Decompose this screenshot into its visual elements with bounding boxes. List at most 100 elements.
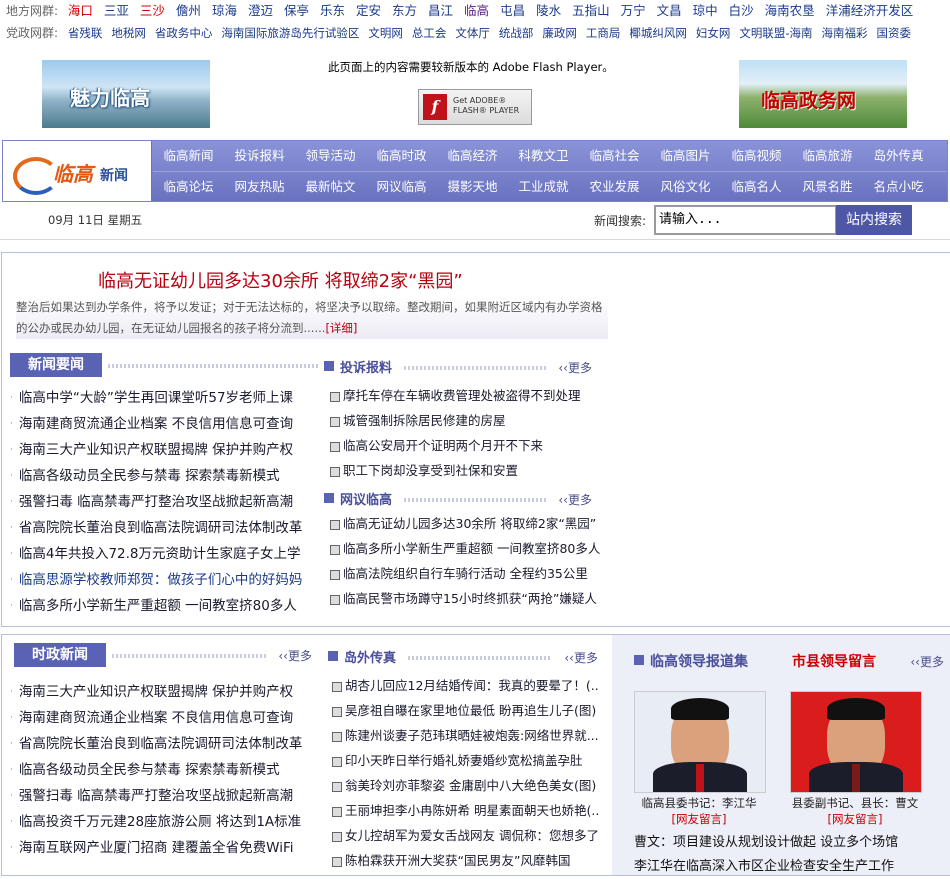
regional-link[interactable]: 屯昌 [500, 3, 525, 18]
headline-detail-link[interactable]: [详细] [325, 321, 357, 335]
charm-lingao-banner[interactable]: 魅力临高 [42, 60, 210, 128]
nav-item[interactable]: 最新帖文 [295, 172, 366, 202]
complaints-list-item[interactable]: 临高公安局开个证明两个月开不下来 [330, 433, 600, 458]
complaints-list-item[interactable]: 城管强制拆除居民修建的房屋 [330, 408, 600, 433]
regional-link[interactable]: 昌江 [428, 3, 453, 18]
nav-item[interactable]: 摄影天地 [437, 172, 508, 202]
regional-link[interactable]: 陵水 [536, 3, 561, 18]
outside-list-item[interactable]: 陈柏霖获开洲大奖获“国民男友”风靡韩国 [332, 848, 600, 873]
nav-item[interactable]: 风俗文化 [650, 172, 721, 202]
nav-item[interactable]: 临高经济 [437, 141, 508, 171]
regional-link[interactable]: 保亭 [284, 3, 309, 18]
politics-list-item[interactable]: · 省高院院长董治良到临高法院调研司法体制改革 [10, 731, 316, 757]
politics-list-item[interactable]: · 临高各级动员全民参与禁毒 探索禁毒新模式 [10, 757, 316, 783]
party-link[interactable]: 总工会 [412, 26, 447, 40]
nav-item[interactable]: 临高论坛 [153, 172, 224, 202]
nav-item[interactable]: 科教文卫 [508, 141, 579, 171]
party-link[interactable]: 廉政网 [542, 26, 577, 40]
get-flash-button[interactable]: f Get ADOBE® FLASH® PLAYER [418, 89, 532, 125]
headline-title[interactable]: 临高无证幼儿园多达30余所 将取缔2家“黑园” [98, 267, 463, 293]
party-link[interactable]: 椰城纠风网 [629, 26, 687, 40]
discuss-title[interactable]: 网议临高 [340, 489, 392, 508]
regional-link[interactable]: 澄迈 [248, 3, 273, 18]
news-section-title[interactable]: 新闻要闻 [10, 353, 102, 377]
nav-item[interactable]: 岛外传真 [863, 141, 934, 171]
leader-message-link-2[interactable]: [网友留言] [785, 811, 925, 827]
nav-item[interactable]: 农业发展 [579, 172, 650, 202]
government-site-banner[interactable]: 临高政务网 [739, 60, 907, 128]
leader-news-line-2[interactable]: 李江华在临高深入市区企业检查安全生产工作 [634, 855, 898, 879]
leaders-message-title[interactable]: 市县领导留言 [792, 651, 876, 671]
regional-link[interactable]: 海南农垦 [765, 3, 815, 18]
party-link[interactable]: 工商局 [586, 26, 621, 40]
discuss-more-link[interactable]: ‹‹更多 [558, 491, 592, 508]
search-input[interactable]: 请输入... [654, 205, 837, 235]
outside-more-link[interactable]: ‹‹更多 [564, 649, 598, 666]
complaints-title[interactable]: 投诉报料 [340, 357, 392, 376]
regional-link[interactable]: 儋州 [176, 3, 201, 18]
regional-link[interactable]: 临高 [464, 3, 489, 18]
news-list-item[interactable]: · 海南建商贸流通企业档案 不良信用信息可查询 [10, 411, 318, 437]
complaints-more-link[interactable]: ‹‹更多 [558, 359, 592, 376]
nav-item[interactable]: 风景名胜 [792, 172, 863, 202]
regional-link[interactable]: 五指山 [572, 3, 610, 18]
nav-item[interactable]: 临高新闻 [153, 141, 224, 171]
party-link[interactable]: 统战部 [499, 26, 534, 40]
nav-item[interactable]: 临高旅游 [792, 141, 863, 171]
politics-more-link[interactable]: ‹‹更多 [278, 647, 312, 664]
regional-link[interactable]: 洋浦经济开发区 [826, 3, 914, 18]
leader-photo-1[interactable] [634, 691, 766, 793]
party-link[interactable]: 地税网 [111, 26, 146, 40]
news-list-item[interactable]: · 海南三大产业知识产权联盟揭牌 保护并购产权 [10, 437, 318, 463]
regional-link[interactable]: 三亚 [104, 3, 129, 18]
outside-list-item[interactable]: 胡杏儿回应12月结婚传闻：我真的要晕了！(... [332, 673, 600, 698]
regional-link[interactable]: 琼海 [212, 3, 237, 18]
nav-item[interactable]: 工业成就 [508, 172, 579, 202]
outside-list-item[interactable]: 印小天昨日举行婚礼娇妻婚纱宽松搞盖孕肚 [332, 748, 600, 773]
regional-link[interactable]: 海口 [68, 3, 93, 18]
leader-message-link-1[interactable]: [网友留言] [629, 811, 769, 827]
news-list-item[interactable]: · 临高各级动员全民参与禁毒 探索禁毒新模式 [10, 463, 318, 489]
outside-title[interactable]: 岛外传真 [344, 647, 396, 666]
nav-item[interactable]: 临高视频 [721, 141, 792, 171]
complaints-list-item[interactable]: 职工下岗却没享受到社保和安置 [330, 458, 600, 483]
regional-link[interactable]: 白沙 [729, 3, 754, 18]
discuss-list-item[interactable]: 临高法院组织自行车骑行活动 全程约35公里 [330, 561, 602, 586]
news-list-item[interactable]: · 省高院院长董治良到临高法院调研司法体制改革 [10, 515, 318, 541]
party-link[interactable]: 海南福彩 [822, 26, 868, 40]
party-link[interactable]: 文明网 [368, 26, 403, 40]
nav-item[interactable]: 临高图片 [650, 141, 721, 171]
politics-list-item[interactable]: · 海南互联网产业厦门招商 建覆盖全省免费WiFi [10, 835, 316, 861]
party-link[interactable]: 海南国际旅游岛先行试验区 [221, 26, 359, 40]
outside-list-item[interactable]: 女儿控胡军为爱女舌战网友 调侃称：您想多了 [332, 823, 600, 848]
outside-list-item[interactable]: 王丽坤担李小冉陈妍希 明星素面朝天也娇艳(... [332, 798, 600, 823]
news-list-item[interactable]: · 临高中学“大龄”学生再回课堂听57岁老师上课 [10, 385, 318, 411]
regional-link[interactable]: 琼中 [693, 3, 718, 18]
nav-item[interactable]: 临高名人 [721, 172, 792, 202]
discuss-list-item[interactable]: 临高民警市场蹲守15小时终抓获“两抢”嫌疑人 [330, 586, 602, 611]
site-logo[interactable]: 临高 新闻 [3, 141, 152, 201]
news-list-item[interactable]: · 强警扫毒 临高禁毒严打整治攻坚战掀起新高潮 [10, 489, 318, 515]
outside-list-item[interactable]: 吴彦祖自曝在家里地位最低 盼再追生儿子(图) [332, 698, 600, 723]
politics-title[interactable]: 时政新闻 [14, 643, 106, 667]
regional-link[interactable]: 三沙 [140, 3, 165, 18]
party-link[interactable]: 妇女网 [696, 26, 731, 40]
outside-list-item[interactable]: 翁美玲刘亦菲黎姿 金庸剧中八大绝色美女(图) [332, 773, 600, 798]
leaders-report-title[interactable]: 临高领导报道集 [650, 651, 748, 671]
nav-item[interactable]: 临高时政 [366, 141, 437, 171]
regional-link[interactable]: 文昌 [657, 3, 682, 18]
party-link[interactable]: 省政务中心 [155, 26, 213, 40]
nav-item[interactable]: 名点小吃 [863, 172, 934, 202]
complaints-list-item[interactable]: 摩托车停在车辆收费管理处被盗得不到处理 [330, 383, 600, 408]
news-list-item[interactable]: · 临高思源学校教师郑贺：做孩子们心中的好妈妈 [10, 567, 318, 593]
nav-item[interactable]: 投诉报料 [224, 141, 295, 171]
discuss-list-item[interactable]: 临高无证幼儿园多达30余所 将取缔2家“黑园” [330, 511, 602, 536]
leader-photo-2[interactable] [790, 691, 922, 793]
regional-link[interactable]: 万宁 [621, 3, 646, 18]
site-search-button[interactable]: 站内搜索 [836, 205, 912, 235]
regional-link[interactable]: 乐东 [320, 3, 345, 18]
nav-item[interactable]: 领导活动 [295, 141, 366, 171]
discuss-list-item[interactable]: 临高多所小学新生严重超额 一间教室挤80多人 [330, 536, 602, 561]
regional-link[interactable]: 定安 [356, 3, 381, 18]
party-link[interactable]: 文体厅 [455, 26, 490, 40]
